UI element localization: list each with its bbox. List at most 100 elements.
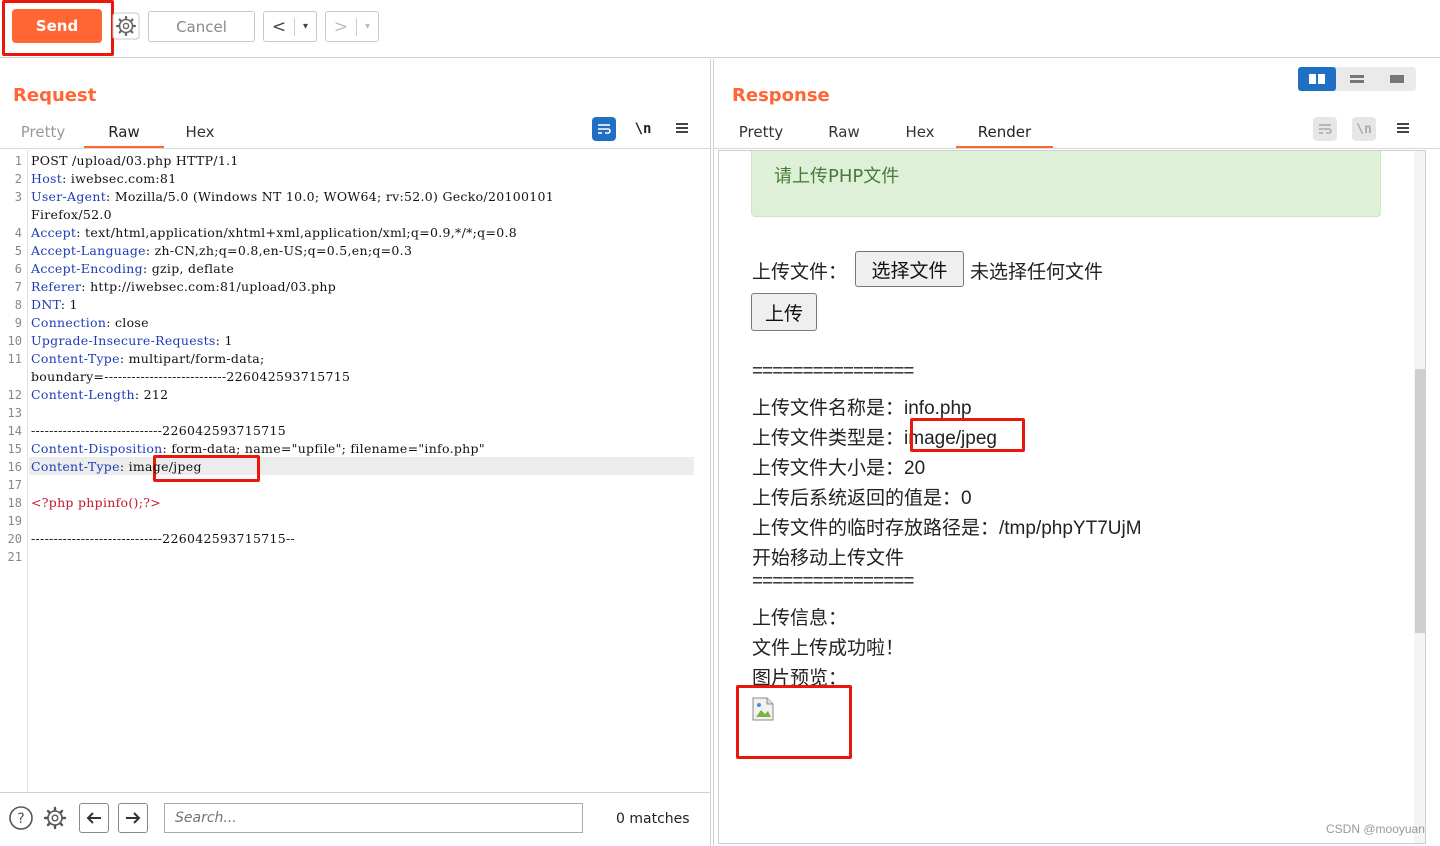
settings-gear-icon[interactable] — [42, 805, 68, 831]
line-number: 14 — [7, 424, 22, 438]
return-value-line: 上传后系统返回的值是：0 — [752, 488, 972, 509]
header-name: Content-Disposition — [31, 441, 163, 456]
line-number: 18 — [7, 496, 22, 510]
word-wrap-icon[interactable] — [1313, 117, 1337, 141]
header-name: Content-Type — [31, 351, 120, 366]
code-text: : zh-CN,zh;q=0.8,en-US;q=0.5,en;q=0.3 — [145, 243, 413, 258]
menu-icon[interactable] — [1391, 116, 1415, 140]
arrow-left-icon — [86, 812, 101, 824]
file-size-line: 上传文件大小是：20 — [752, 458, 926, 479]
code-line: Referer: http://iwebsec.com:81/upload/03… — [31, 279, 336, 294]
layout-side-by-side-icon[interactable] — [1298, 67, 1336, 91]
header-name: Accept-Encoding — [31, 261, 143, 276]
line-number: 7 — [14, 280, 22, 294]
chevron-down-icon[interactable]: ▾ — [357, 21, 378, 32]
code-line: Content-Disposition: form-data; name="up… — [31, 441, 485, 456]
search-previous-button[interactable] — [79, 803, 109, 833]
header-name: Content-Length — [31, 387, 135, 402]
tab-render[interactable]: Render — [956, 117, 1053, 149]
code-line: Upgrade-Insecure-Requests: 1 — [31, 333, 233, 348]
send-button[interactable]: Send — [12, 9, 102, 43]
header-name: Content-Type — [31, 459, 120, 474]
code-text: : gzip, deflate — [142, 261, 235, 276]
line-number: 3 — [14, 190, 22, 204]
tab-hex[interactable]: Hex — [890, 117, 950, 149]
code-text: : form-data; name="upfile"; filename="in… — [162, 441, 485, 456]
newline-toggle-icon[interactable]: \n — [631, 117, 655, 141]
help-icon[interactable]: ? — [8, 805, 34, 831]
alert-text: 请上传PHP文件 — [774, 166, 900, 187]
tab-raw[interactable]: Raw — [84, 117, 164, 149]
line-number: 10 — [7, 334, 22, 348]
header-name: Referer — [31, 279, 82, 294]
tab-pretty[interactable]: Pretty — [730, 117, 792, 149]
chevron-down-icon[interactable]: ▾ — [295, 21, 316, 32]
search-input[interactable] — [164, 803, 583, 833]
line-number: 9 — [14, 316, 22, 330]
forward-history-group[interactable]: > ▾ — [325, 11, 379, 42]
choose-file-button[interactable]: 选择文件 — [855, 251, 964, 287]
tab-underline — [0, 148, 710, 149]
line-number: 8 — [14, 298, 22, 312]
code-line: Firefox/52.0 — [31, 207, 112, 222]
file-label: 上传文件： — [752, 262, 848, 283]
settings-gear-icon[interactable] — [112, 12, 140, 40]
line-number: 21 — [7, 550, 22, 564]
code-text: boundary=---------------------------2260… — [31, 369, 351, 384]
header-name: User-Agent — [31, 189, 107, 204]
header-name: Accept-Language — [31, 243, 146, 258]
line-number: 4 — [14, 226, 22, 240]
request-editor[interactable]: 1 POST /upload/03.php HTTP/1.1 2 Host: iweb… — [0, 150, 710, 792]
code-text: : Mozilla/5.0 (Windows NT 10.0; WOW64; r… — [106, 189, 554, 204]
code-line: boundary=---------------------------2260… — [31, 369, 350, 384]
upload-button[interactable]: 上传 — [751, 293, 817, 331]
back-history-group[interactable]: < ▾ — [263, 11, 317, 42]
tab-pretty[interactable]: Pretty — [12, 117, 74, 149]
code-text: POST /upload/03.php HTTP/1.1 — [31, 153, 239, 168]
cancel-button[interactable]: Cancel — [148, 11, 255, 42]
line-number: 16 — [7, 460, 22, 474]
back-arrow-icon[interactable]: < — [264, 17, 294, 37]
newline-toggle-icon[interactable]: \n — [1352, 117, 1376, 141]
tab-raw[interactable]: Raw — [814, 117, 874, 149]
layout-single-icon[interactable] — [1378, 67, 1416, 91]
code-text: : http://iwebsec.com:81/upload/03.php — [81, 279, 337, 294]
file-type-highlight-box — [910, 418, 1025, 452]
layout-toggle — [1298, 67, 1416, 91]
code-line: Accept: text/html,application/xhtml+xml,… — [31, 225, 517, 240]
success-line: 文件上传成功啦！ — [752, 638, 905, 659]
move-file-line: 开始移动上传文件 — [752, 548, 905, 569]
search-bar: ? 0 matches — [0, 792, 710, 846]
code-line: Accept-Language: zh-CN,zh;q=0.8,en-US;q=… — [31, 243, 412, 258]
header-name: Accept — [31, 225, 77, 240]
code-line: Host: iwebsec.com:81 — [31, 171, 176, 186]
code-text: : iwebsec.com:81 — [62, 171, 177, 186]
word-wrap-icon[interactable] — [592, 117, 616, 141]
code-line: Content-Type: image/jpeg — [31, 459, 202, 474]
separator-line: ================ — [752, 361, 915, 382]
header-name: Host — [31, 171, 63, 186]
code-line: DNT: 1 — [31, 297, 78, 312]
code-line: User-Agent: Mozilla/5.0 (Windows NT 10.0… — [31, 189, 554, 204]
scrollbar-thumb[interactable] — [1415, 369, 1425, 633]
line-number: 20 — [7, 532, 22, 546]
svg-text:?: ? — [17, 811, 24, 827]
forward-arrow-icon[interactable]: > — [326, 17, 356, 37]
line-number: 17 — [7, 478, 22, 492]
code-line: Content-Length: 212 — [31, 387, 168, 402]
layout-stacked-icon[interactable] — [1338, 67, 1376, 91]
code-text: <?php phpinfo();?> — [31, 495, 161, 510]
request-title: Request — [13, 85, 97, 106]
menu-icon[interactable] — [670, 116, 694, 140]
header-name: Upgrade-Insecure-Requests — [31, 333, 216, 348]
line-number: 13 — [7, 406, 22, 420]
line-number: 11 — [7, 352, 22, 366]
code-text: : text/html,application/xhtml+xml,applic… — [76, 225, 518, 240]
tab-hex[interactable]: Hex — [170, 117, 230, 149]
arrow-right-icon — [126, 812, 141, 824]
line-number: 12 — [7, 388, 22, 402]
search-next-button[interactable] — [118, 803, 148, 833]
header-name: Connection — [31, 315, 107, 330]
image-preview-highlight-box — [736, 685, 852, 759]
response-title: Response — [732, 85, 830, 106]
